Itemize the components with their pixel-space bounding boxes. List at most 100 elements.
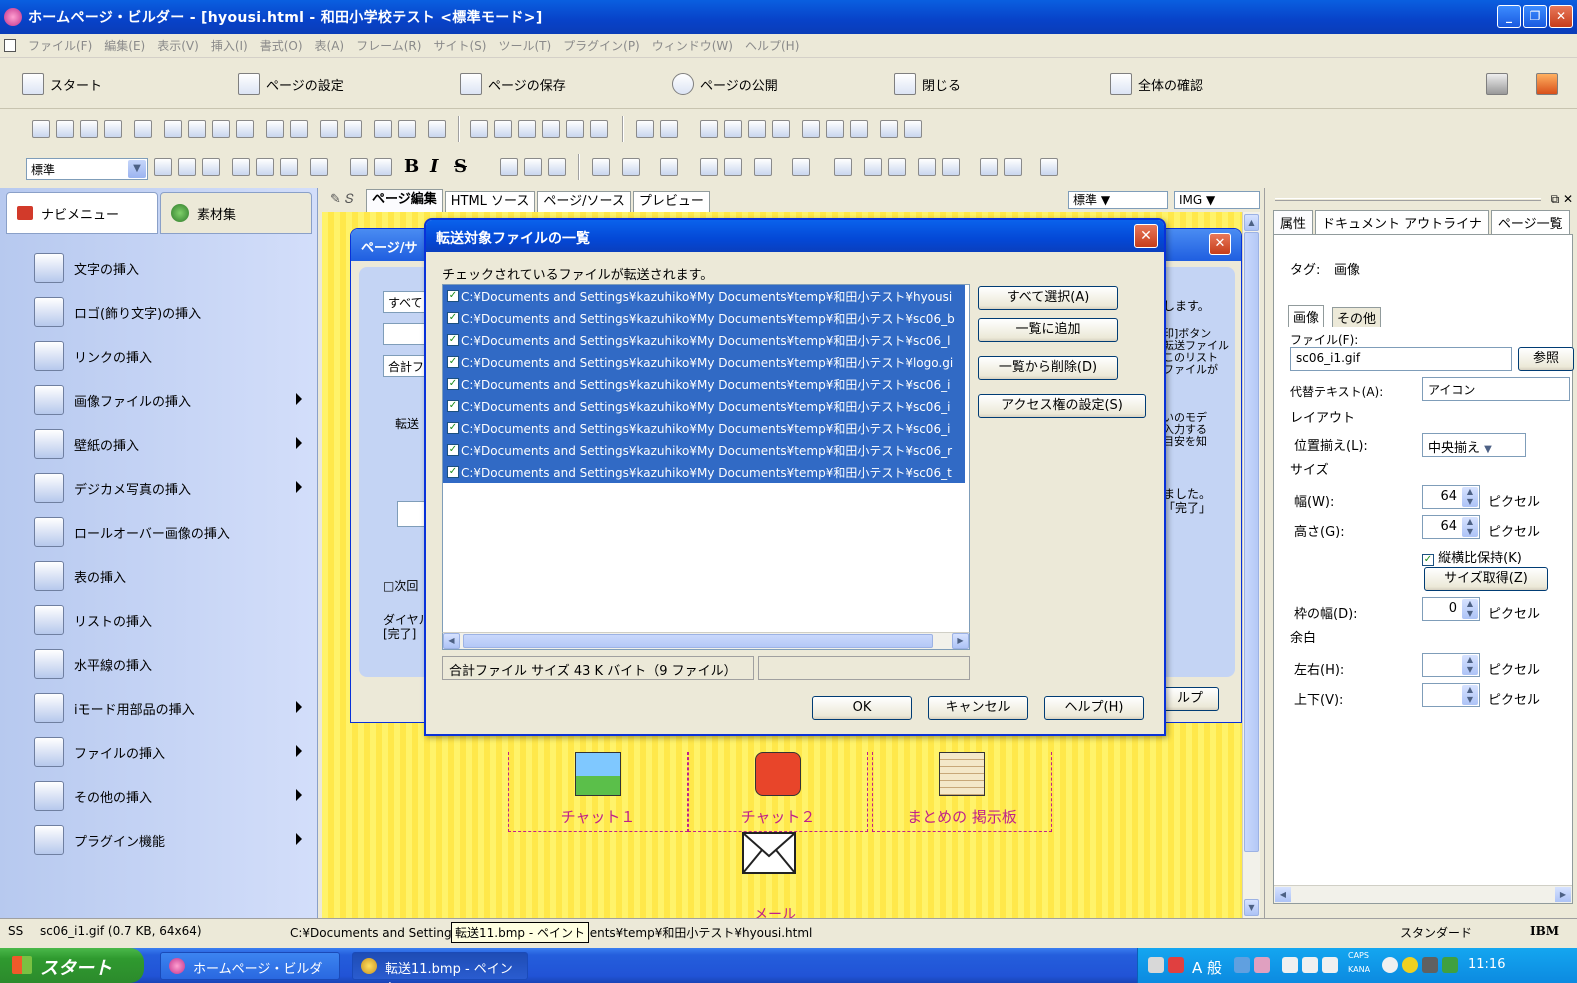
tab-preview[interactable]: プレビュー [632, 191, 710, 212]
nav-item[interactable]: プラグイン機能 [0, 818, 318, 862]
margin-tb-stepper[interactable]: ▲ ▼ [1422, 683, 1480, 707]
view-mode-4-icon[interactable] [542, 120, 560, 138]
align-right-icon[interactable] [202, 158, 220, 176]
row-delete-icon[interactable] [700, 158, 718, 176]
list-item[interactable]: ✓ C:¥Documents and Settings¥kazuhiko¥My D… [443, 439, 965, 461]
maximize-button[interactable]: ❐ [1523, 5, 1547, 28]
width-stepper[interactable]: 64 ▲ ▼ [1422, 485, 1480, 509]
network-icon[interactable] [1442, 957, 1458, 973]
hscroll-thumb[interactable] [463, 634, 933, 648]
print-icon[interactable] [134, 120, 152, 138]
open-icon[interactable] [56, 120, 74, 138]
scroll-up-icon[interactable]: ▲ [1244, 214, 1259, 231]
dialog-close-button[interactable]: ✕ [1134, 224, 1158, 248]
table-wizard-icon[interactable] [1040, 158, 1058, 176]
border-width-stepper[interactable]: 0 ▲ ▼ [1422, 597, 1480, 621]
ime-pad-icon[interactable] [1254, 957, 1270, 973]
file-input[interactable]: sc06_i1.gif [1290, 347, 1512, 371]
align-left-icon[interactable] [154, 158, 172, 176]
file-list-hscroll[interactable]: ◀ ▶ [442, 632, 970, 650]
scroll-left-icon[interactable]: ◀ [443, 633, 460, 649]
ime-tool-icon[interactable] [1282, 957, 1298, 973]
add-to-list-button[interactable]: 一覧に追加 [978, 318, 1118, 342]
ime-settings-icon[interactable] [1302, 957, 1318, 973]
get-size-button[interactable]: サイズ取得(Z) [1424, 567, 1548, 591]
nav-item[interactable]: ロゴ(飾り文字)の挿入 [0, 290, 318, 334]
nav-item[interactable]: その他の挿入 [0, 774, 318, 818]
edit-icon[interactable] [636, 120, 654, 138]
row-up-icon[interactable] [864, 158, 882, 176]
scroll-right-icon[interactable]: ▶ [1555, 887, 1571, 902]
nav-item[interactable]: 壁紙の挿入 [0, 422, 318, 466]
page-cell[interactable]: まとめの 掲示板 [872, 752, 1052, 832]
table-tool-icon[interactable] [724, 120, 742, 138]
valign-top-icon[interactable] [232, 158, 250, 176]
bg-next[interactable]: □次回 [383, 577, 418, 594]
layout-tool-icon[interactable] [772, 120, 790, 138]
cell-right-icon[interactable] [942, 158, 960, 176]
chat1-image[interactable] [575, 752, 621, 796]
chat2-image[interactable] [755, 752, 801, 796]
font-color-icon[interactable] [548, 158, 566, 176]
help-icon[interactable] [1322, 957, 1338, 973]
menu-frame[interactable]: フレーム(R) [356, 37, 421, 54]
tab-html-source[interactable]: HTML ソース [444, 191, 536, 212]
italic-button[interactable]: I [430, 156, 438, 177]
file-checkbox[interactable]: ✓ [447, 400, 459, 412]
tab-materials[interactable]: 素材集 [160, 192, 312, 234]
menu-file[interactable]: ファイル(F) [28, 37, 92, 54]
cell-width-icon[interactable] [980, 158, 998, 176]
save-disk-icon[interactable] [80, 120, 98, 138]
file-checkbox[interactable]: ✓ [447, 312, 459, 324]
subtab-other[interactable]: その他 [1332, 307, 1382, 327]
font-larger-icon[interactable] [500, 158, 518, 176]
sitemap-icon[interactable] [428, 120, 446, 138]
font-smaller-icon[interactable] [524, 158, 542, 176]
view-mode-1-icon[interactable] [470, 120, 488, 138]
close-button[interactable]: ✕ [1549, 5, 1573, 28]
spin-icon[interactable]: ▲ ▼ [1462, 655, 1478, 675]
minimize-button[interactable]: _ [1497, 5, 1521, 28]
nav-item[interactable]: iモード用部品の挿入 [0, 686, 318, 730]
menu-window[interactable]: ウィンドウ(W) [652, 37, 733, 54]
hr-tool-icon[interactable] [700, 120, 718, 138]
bg-help-button[interactable]: ルプ [1161, 687, 1219, 711]
tag-select[interactable]: IMG ▼ [1174, 191, 1260, 209]
nav-item[interactable]: 水平線の挿入 [0, 642, 318, 686]
nav-item[interactable]: ロールオーバー画像の挿入 [0, 510, 318, 554]
view-mode-5-icon[interactable] [566, 120, 584, 138]
spin-icon[interactable]: ▲ ▼ [1462, 517, 1478, 537]
menu-format[interactable]: 書式(O) [260, 37, 303, 54]
ime-mode[interactable]: A 般 [1192, 957, 1222, 978]
bold-button[interactable]: B [404, 156, 419, 177]
start-menu-button[interactable]: スタート [0, 948, 144, 983]
list-item[interactable]: ✓ C:¥Documents and Settings¥kazuhiko¥My D… [443, 329, 965, 351]
nav-item[interactable]: 文字の挿入 [0, 246, 318, 290]
file-checkbox[interactable]: ✓ [447, 356, 459, 368]
menu-tools[interactable]: ツール(T) [498, 37, 551, 54]
ime-dictionary-icon[interactable] [1234, 957, 1250, 973]
file-checkbox[interactable]: ✓ [447, 290, 459, 302]
menu-view[interactable]: 表示(V) [157, 37, 199, 54]
task-paint[interactable]: 転送11.bmp - ペイント [352, 952, 528, 983]
page-save-button[interactable]: ページの保存 [460, 73, 566, 95]
page-cell[interactable]: チャット１ [508, 752, 688, 832]
tools-button[interactable] [1486, 73, 1508, 95]
remove-from-list-button[interactable]: 一覧から削除(D) [978, 356, 1118, 380]
frame-icon[interactable] [374, 120, 392, 138]
spin-icon[interactable]: ▲ ▼ [1462, 487, 1478, 507]
scroll-thumb[interactable] [1244, 232, 1259, 852]
indent-icon[interactable] [374, 158, 392, 176]
list-item[interactable]: ✓ C:¥Documents and Settings¥kazuhiko¥My D… [443, 373, 965, 395]
nav-item[interactable]: 画像ファイルの挿入 [0, 378, 318, 422]
list-item[interactable]: ✓ C:¥Documents and Settings¥kazuhiko¥My D… [443, 307, 965, 329]
spin-icon[interactable]: ▲ ▼ [1462, 685, 1478, 705]
cell-height-icon[interactable] [1004, 158, 1022, 176]
device-icon[interactable] [1422, 957, 1438, 973]
list-item[interactable]: ✓ C:¥Documents and Settings¥kazuhiko¥My D… [443, 395, 965, 417]
board-image[interactable] [939, 752, 985, 796]
save-all-icon[interactable] [104, 120, 122, 138]
page-cell[interactable]: チャット２ [688, 752, 868, 832]
subtab-image[interactable]: 画像 [1288, 305, 1325, 327]
back-icon[interactable] [1382, 957, 1398, 973]
